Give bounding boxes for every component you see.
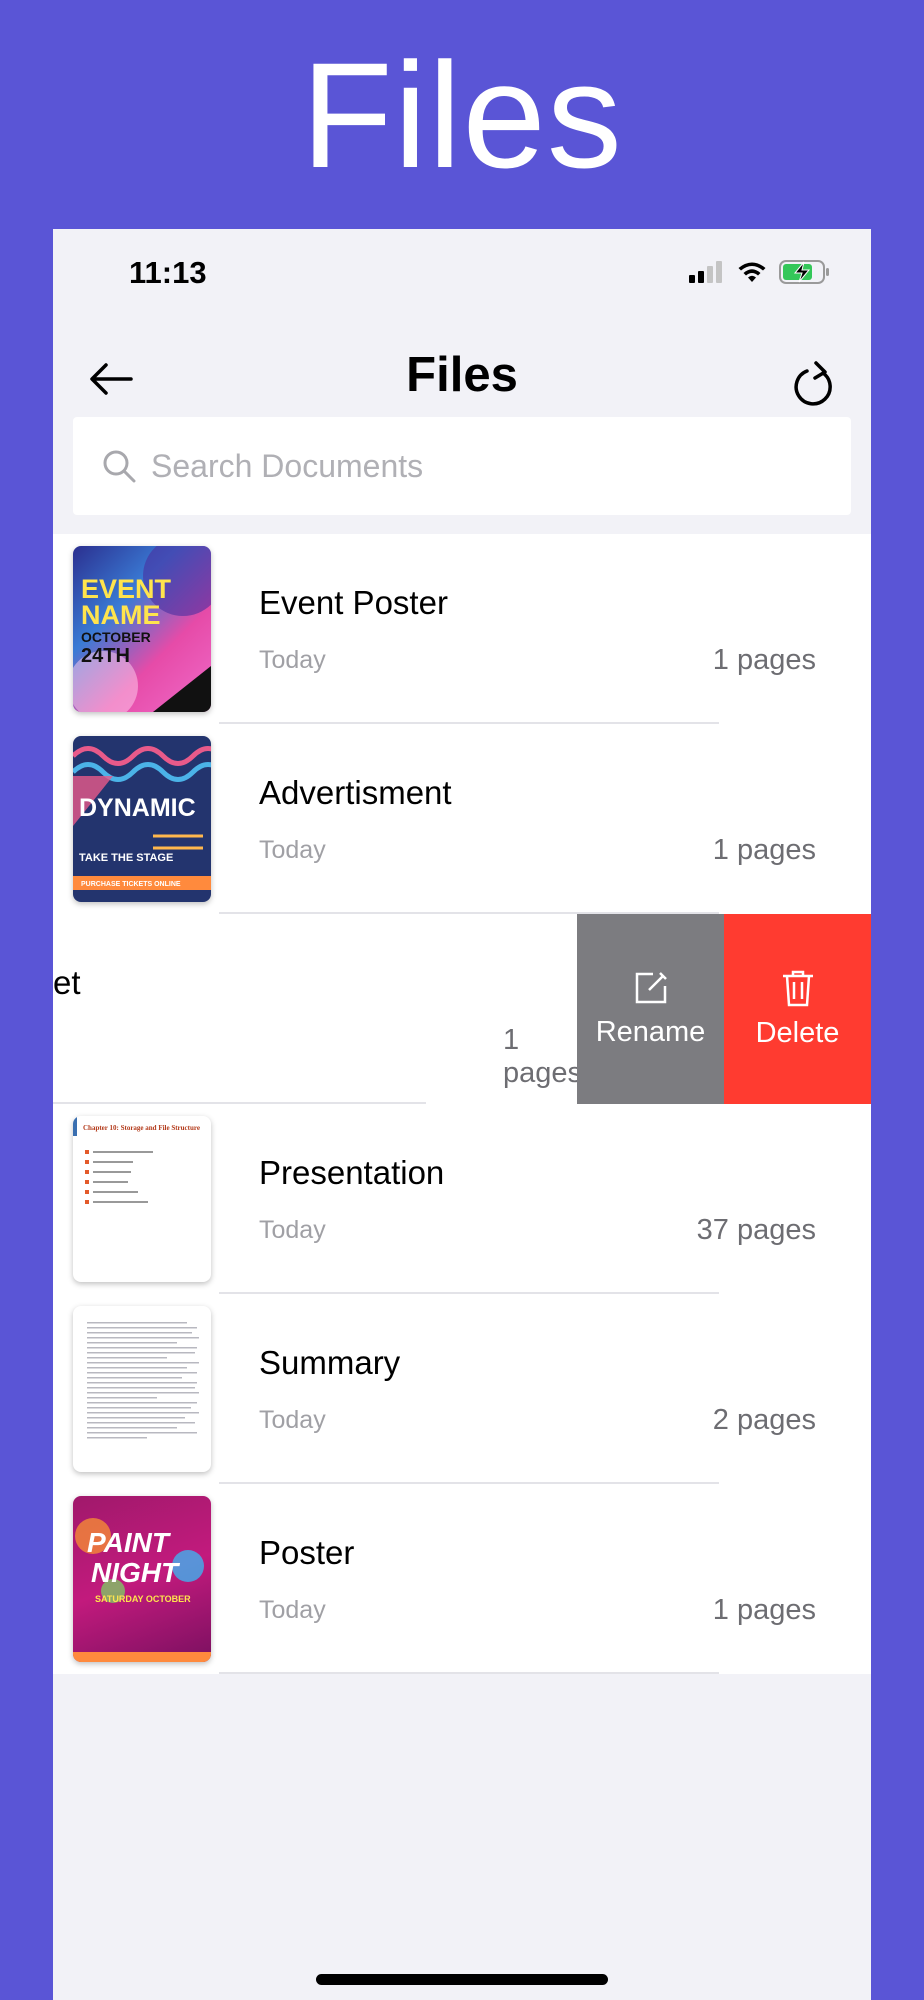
home-indicator[interactable] xyxy=(316,1974,608,1985)
file-date: Today xyxy=(259,1216,326,1244)
status-time: 11:13 xyxy=(129,255,207,290)
file-page-count: 1 pages xyxy=(712,1594,816,1626)
svg-text:NAME: NAME xyxy=(81,600,161,630)
list-item[interactable]: EVENT NAME OCTOBER 24TH Event Poster Tod… xyxy=(53,534,871,724)
file-thumbnail xyxy=(73,1306,211,1472)
list-item-content: Summary Today 2 pages xyxy=(53,1294,871,1484)
list-item-content: Chapter 10: Storage and File Structure P… xyxy=(53,1104,871,1294)
poster-art: PAINT NIGHT SATURDAY OCTOBER xyxy=(73,1518,211,1662)
file-page-count: 37 pages xyxy=(696,1214,816,1246)
list-item-swiped[interactable]: et 1 pages Rename Delete xyxy=(53,914,871,1104)
list-item[interactable]: Summary Today 2 pages xyxy=(53,1294,871,1484)
swipe-actions: Rename Delete xyxy=(577,914,871,1104)
search-bar xyxy=(73,417,851,515)
status-icons xyxy=(689,260,831,284)
list-item[interactable]: DYNAMIC TAKE THE STAGE PURCHASE TICKETS … xyxy=(53,724,871,914)
list-item-content: et 1 pages xyxy=(53,914,582,1104)
rename-label: Rename xyxy=(595,1015,706,1048)
list-item-content: DYNAMIC TAKE THE STAGE PURCHASE TICKETS … xyxy=(53,724,871,914)
svg-text:SATURDAY OCTOBER: SATURDAY OCTOBER xyxy=(95,1594,191,1604)
file-page-count: 1 pages xyxy=(712,834,816,866)
file-thumbnail: DYNAMIC TAKE THE STAGE PURCHASE TICKETS … xyxy=(73,736,211,902)
svg-text:24TH: 24TH xyxy=(81,645,130,667)
file-date: Today xyxy=(259,1406,326,1434)
file-name: Summary xyxy=(259,1344,401,1381)
svg-text:PAINT: PAINT xyxy=(87,1527,172,1558)
file-list: EVENT NAME OCTOBER 24TH Event Poster Tod… xyxy=(53,534,871,1674)
edit-icon xyxy=(635,971,667,1003)
file-date: Today xyxy=(259,1596,326,1624)
file-name: Event Poster xyxy=(259,584,448,621)
presentation-art: Chapter 10: Storage and File Structure xyxy=(73,1116,200,1204)
file-thumbnail: EVENT NAME OCTOBER 24TH xyxy=(73,546,211,712)
delete-button[interactable]: Delete xyxy=(724,914,871,1104)
refresh-icon xyxy=(794,361,832,406)
list-item[interactable]: Chapter 10: Storage and File Structure P… xyxy=(53,1104,871,1294)
file-name: et xyxy=(53,964,81,1001)
list-item-content: EVENT NAME OCTOBER 24TH Event Poster Tod… xyxy=(53,534,871,724)
file-page-count: 1 pages xyxy=(503,1024,583,1089)
svg-text:TAKE THE STAGE: TAKE THE STAGE xyxy=(79,852,173,864)
file-name: Poster xyxy=(259,1534,355,1571)
svg-text:Chapter 10: Storage and File S: Chapter 10: Storage and File Structure xyxy=(83,1124,200,1132)
battery-charging-icon xyxy=(779,260,829,284)
phone-screen: 11:13 Files Search Documents EVENT NAME … xyxy=(53,229,871,2000)
row-divider xyxy=(219,1672,719,1674)
cellular-signal-icon xyxy=(689,261,722,283)
advertisment-art: DYNAMIC TAKE THE STAGE PURCHASE TICKETS … xyxy=(73,746,211,890)
summary-art xyxy=(87,1322,199,1439)
file-page-count: 2 pages xyxy=(712,1404,816,1436)
delete-label: Delete xyxy=(755,1016,840,1049)
event-poster-art: EVENT NAME OCTOBER 24TH xyxy=(73,546,211,712)
page-title: Files xyxy=(406,348,518,402)
status-bar: 11:13 xyxy=(53,229,871,319)
search-input[interactable] xyxy=(151,447,791,485)
search-icon xyxy=(103,450,136,483)
file-date: Today xyxy=(259,836,326,864)
file-name: Advertisment xyxy=(259,774,452,811)
file-thumbnail: Chapter 10: Storage and File Structure xyxy=(73,1116,211,1282)
wifi-icon xyxy=(738,262,766,282)
svg-text:OCTOBER: OCTOBER xyxy=(81,629,151,645)
svg-text:PURCHASE TICKETS ONLINE: PURCHASE TICKETS ONLINE xyxy=(81,881,181,888)
file-page-count: 1 pages xyxy=(712,644,816,676)
file-thumbnail: PAINT NIGHT SATURDAY OCTOBER xyxy=(73,1496,211,1662)
svg-text:NIGHT: NIGHT xyxy=(91,1557,181,1588)
rename-button[interactable]: Rename xyxy=(577,914,724,1104)
banner-title: Files xyxy=(301,31,623,199)
file-name: Presentation xyxy=(259,1154,445,1191)
list-item-content: PAINT NIGHT SATURDAY OCTOBER Poster Toda… xyxy=(53,1484,871,1674)
list-item[interactable]: PAINT NIGHT SATURDAY OCTOBER Poster Toda… xyxy=(53,1484,871,1674)
trash-icon xyxy=(782,970,813,1006)
refresh-button[interactable] xyxy=(785,349,845,419)
svg-text:DYNAMIC: DYNAMIC xyxy=(79,794,196,822)
file-date: Today xyxy=(259,646,326,674)
